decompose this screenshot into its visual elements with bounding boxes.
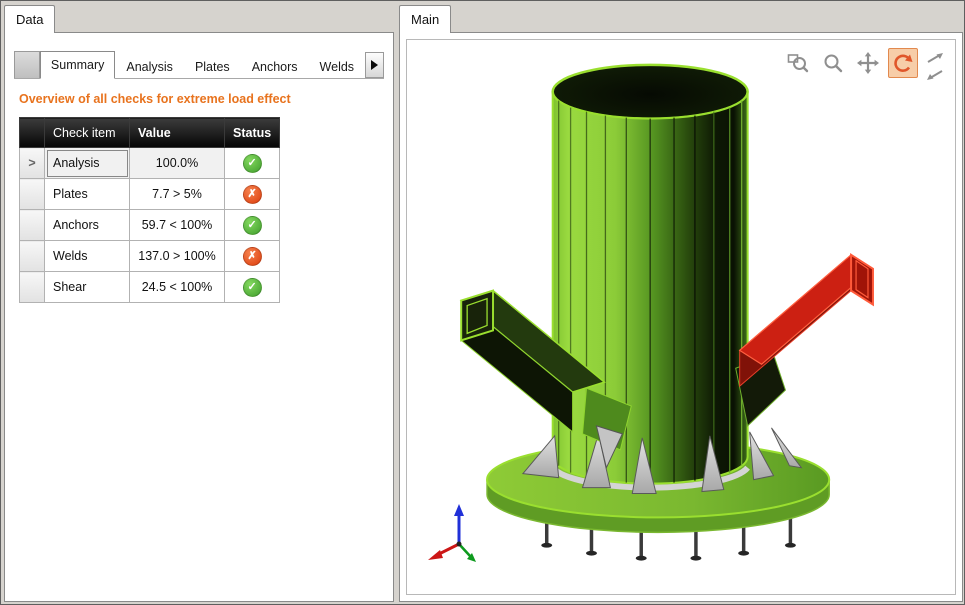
check-tab-strip: Summary Analysis Plates Anchors Welds <box>14 51 384 79</box>
app-window: Data Summary Analysis Plates Anchors Wel… <box>0 0 965 605</box>
row-selector[interactable] <box>20 241 45 272</box>
table-row-welds[interactable]: Welds 137.0 > 100% ✗ <box>20 241 280 272</box>
checks-table: Check item Value Status > Analysis 100.0… <box>19 117 280 303</box>
table-row-shear[interactable]: Shear 24.5 < 100% ✓ <box>20 272 280 303</box>
data-panel: Data Summary Analysis Plates Anchors Wel… <box>4 5 394 602</box>
tab-main[interactable]: Main <box>399 5 451 33</box>
table-row-analysis[interactable]: > Analysis 100.0% ✓ <box>20 148 280 179</box>
model-3d-scene <box>407 40 955 594</box>
tab-welds[interactable]: Welds <box>309 54 366 78</box>
tab-strip-corner <box>14 51 40 78</box>
zoom-icon <box>821 51 845 75</box>
arrow-right-icon <box>371 60 378 70</box>
zoom-window-button[interactable] <box>783 48 813 78</box>
rotate-icon <box>891 51 915 75</box>
status-cell: ✓ <box>225 210 280 241</box>
row-selector[interactable] <box>20 179 45 210</box>
fit-shrink-icon <box>925 68 945 82</box>
value-cell: 24.5 < 100% <box>130 272 225 303</box>
status-fail-icon: ✗ <box>243 185 262 204</box>
pan-button[interactable] <box>853 48 883 78</box>
tab-data[interactable]: Data <box>4 5 55 33</box>
tab-overflow-button[interactable] <box>365 52 384 78</box>
zoom-window-icon <box>786 51 810 75</box>
value-cell: 7.7 > 5% <box>130 179 225 210</box>
axes-triad <box>425 498 489 570</box>
rotate-button[interactable] <box>888 48 918 78</box>
status-pass-icon: ✓ <box>243 216 262 235</box>
zoom-button[interactable] <box>818 48 848 78</box>
data-panel-body: Summary Analysis Plates Anchors Welds Ov… <box>4 32 394 602</box>
check-item-header: Check item <box>45 118 130 148</box>
fit-expand-button[interactable] <box>923 50 947 65</box>
main-panel: Main <box>399 5 963 602</box>
table-row-anchors[interactable]: Anchors 59.7 < 100% ✓ <box>20 210 280 241</box>
check-item-cell[interactable]: Shear <box>45 272 130 303</box>
fit-shrink-button[interactable] <box>923 67 947 82</box>
value-header: Value <box>130 118 225 148</box>
value-cell: 100.0% <box>130 148 225 179</box>
fit-controls <box>923 50 947 82</box>
value-cell: 59.7 < 100% <box>130 210 225 241</box>
main-panel-body <box>399 32 963 602</box>
check-item-cell[interactable]: Anchors <box>45 210 130 241</box>
check-item-cell[interactable]: Plates <box>45 179 130 210</box>
viewport-toolbar <box>783 48 947 82</box>
status-cell: ✗ <box>225 179 280 210</box>
row-selector[interactable] <box>20 272 45 303</box>
tab-anchors[interactable]: Anchors <box>241 54 309 78</box>
fit-expand-icon <box>925 51 945 65</box>
anchor-bolt-feet <box>541 543 796 561</box>
viewport-3d[interactable] <box>406 39 956 595</box>
tab-analysis[interactable]: Analysis <box>115 54 184 78</box>
selector-column-header <box>20 118 45 148</box>
check-item-cell[interactable]: Analysis <box>45 148 130 179</box>
row-selector[interactable] <box>20 210 45 241</box>
status-pass-icon: ✓ <box>243 278 262 297</box>
checks-heading: Overview of all checks for extreme load … <box>19 92 381 106</box>
table-header-row: Check item Value Status <box>20 118 280 148</box>
status-fail-icon: ✗ <box>243 247 262 266</box>
status-header: Status <box>225 118 280 148</box>
check-item-cell[interactable]: Welds <box>45 241 130 272</box>
status-cell: ✗ <box>225 241 280 272</box>
value-cell: 137.0 > 100% <box>130 241 225 272</box>
status-pass-icon: ✓ <box>243 154 262 173</box>
tab-plates[interactable]: Plates <box>184 54 241 78</box>
status-cell: ✓ <box>225 272 280 303</box>
tab-summary[interactable]: Summary <box>40 51 115 79</box>
table-row-plates[interactable]: Plates 7.7 > 5% ✗ <box>20 179 280 210</box>
status-cell: ✓ <box>225 148 280 179</box>
row-selector[interactable]: > <box>20 148 45 179</box>
brace-right <box>736 255 873 426</box>
pan-icon <box>856 51 880 75</box>
